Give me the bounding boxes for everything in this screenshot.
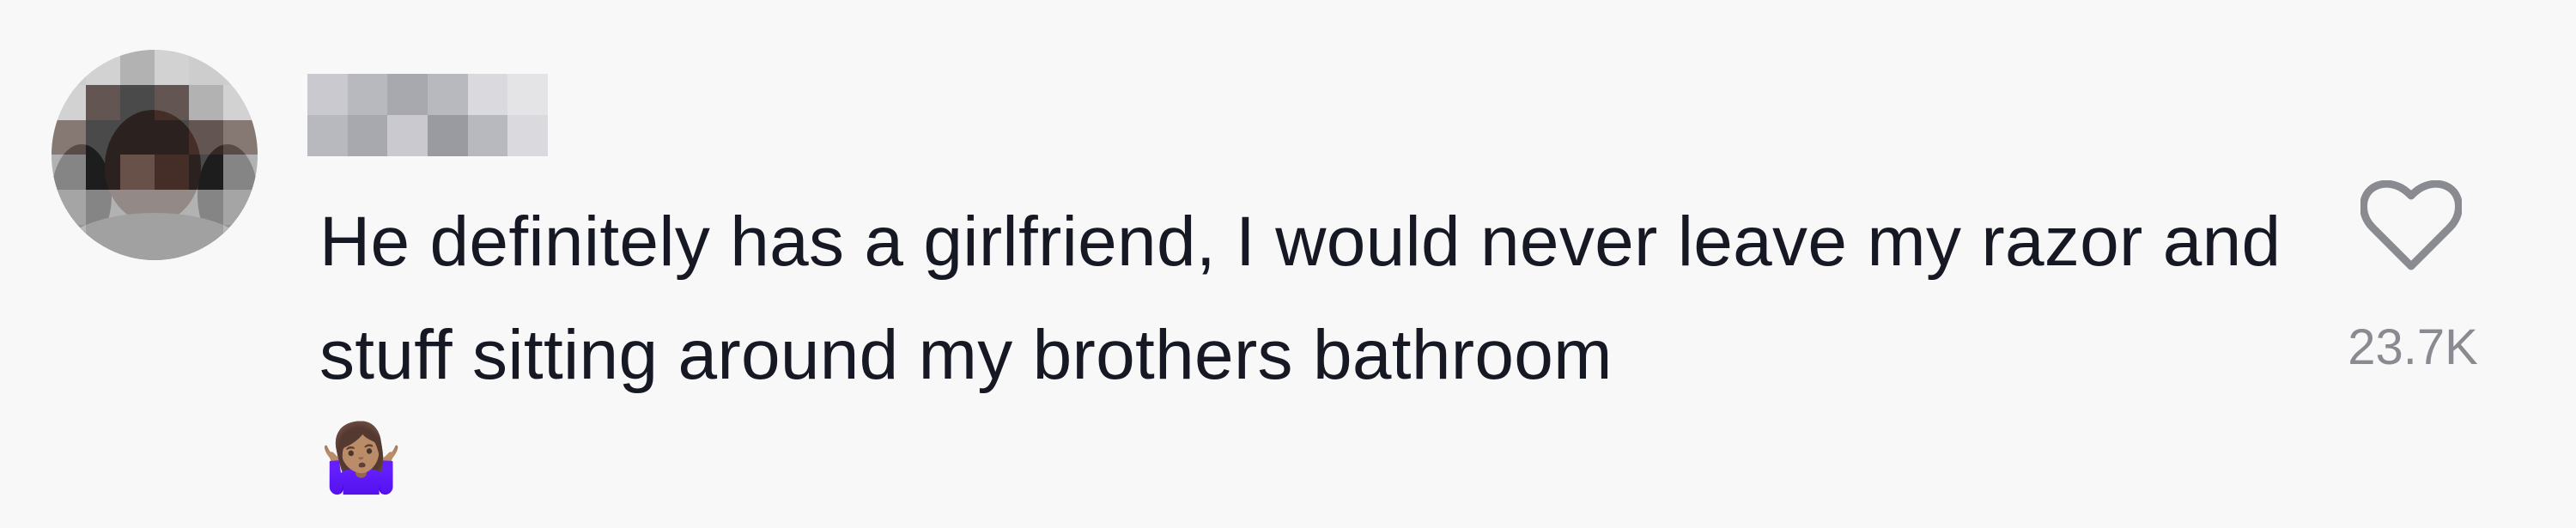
avatar-pixel [155, 225, 189, 260]
avatar-pixel [155, 155, 189, 191]
avatar-pixel [223, 84, 258, 120]
username-pixel [428, 74, 468, 115]
like-control[interactable]: 23.7K [2336, 180, 2490, 386]
avatar-pixel [120, 50, 155, 85]
username-pixel [307, 115, 348, 156]
avatar-pixel [155, 50, 189, 85]
username-pixel [507, 115, 548, 156]
avatar-pixel [223, 225, 258, 260]
avatar[interactable] [52, 50, 258, 260]
avatar-pixel [120, 84, 155, 120]
avatar-pixel [120, 119, 155, 155]
avatar-pixel [189, 50, 223, 85]
comment-text: He definitely has a girlfriend, I would … [319, 203, 2281, 394]
like-count: 23.7K [2348, 319, 2478, 375]
avatar-pixel [86, 50, 120, 85]
heart-outline-icon[interactable] [2360, 180, 2462, 275]
avatar-pixel [189, 155, 223, 191]
avatar-pixel [52, 155, 86, 191]
avatar-pixel [52, 225, 86, 260]
avatar-pixel [86, 190, 120, 226]
avatar-pixel [120, 190, 155, 226]
avatar-pixel [52, 84, 86, 120]
avatar-pixel [86, 119, 120, 155]
username-pixel [387, 115, 428, 156]
avatar-pixel [189, 225, 223, 260]
avatar-pixel [120, 155, 155, 191]
avatar-pixel [155, 190, 189, 226]
comment-item[interactable]: He definitely has a girlfriend, I would … [0, 0, 2576, 528]
avatar-pixel [120, 225, 155, 260]
avatar-pixel [189, 84, 223, 120]
username-pixel [467, 74, 508, 115]
person-shrugging-icon: 🤷🏽‍♀️ [319, 420, 404, 497]
avatar-pixel [86, 225, 120, 260]
avatar-pixel [52, 119, 86, 155]
username-pixel [507, 74, 548, 115]
username-pixel [387, 74, 428, 115]
avatar-pixel [223, 50, 258, 85]
avatar-pixel [86, 155, 120, 191]
username-pixel [347, 115, 388, 156]
avatar-pixel [155, 84, 189, 120]
username-pixel [467, 115, 508, 156]
avatar-pixel [189, 190, 223, 226]
avatar-pixel [52, 50, 86, 85]
avatar-pixelation [52, 50, 258, 260]
username-pixel [428, 115, 468, 156]
username-pixel [347, 74, 388, 115]
avatar-pixel [155, 119, 189, 155]
username-blurred[interactable] [307, 74, 548, 156]
avatar-pixel [223, 155, 258, 191]
avatar-pixel [189, 119, 223, 155]
avatar-pixel [52, 190, 86, 226]
username-pixel [307, 74, 348, 115]
avatar-pixel [86, 84, 120, 120]
avatar-pixel [223, 190, 258, 226]
avatar-pixel [223, 119, 258, 155]
